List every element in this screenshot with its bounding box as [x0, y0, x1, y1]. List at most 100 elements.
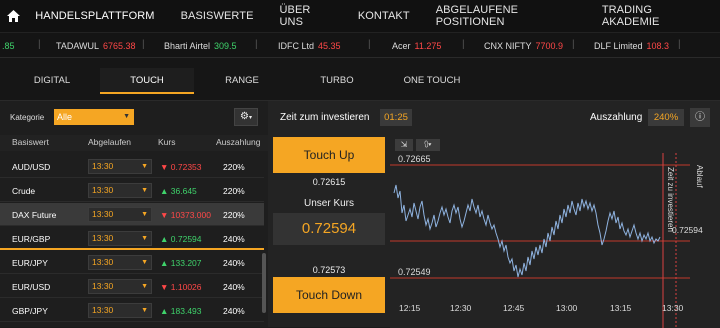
arrow-up-icon: ▲: [160, 258, 171, 268]
ticker-separator: |: [462, 39, 465, 50]
asset-list-panel: Kategorie Alle ▼ ⚙▾ Basiswert Abgelaufen…: [0, 100, 268, 327]
invest-deadline-label: Zeit zu investieren: [666, 167, 675, 232]
x-tick-label: 13:15: [610, 303, 632, 313]
asset-price: ▼ 1.10026: [160, 282, 202, 292]
lower-barrier-price: 0.72573: [312, 265, 346, 275]
arrow-up-icon: ▲: [160, 306, 171, 316]
header-abgelaufen[interactable]: Abgelaufen: [88, 137, 131, 147]
expiry-label: Ablauf: [695, 165, 704, 188]
ticker-separator: |: [255, 39, 258, 50]
category-value: Alle: [57, 112, 73, 122]
top-navigation: HANDELSPLATTFORM BASISWERTE ÜBER UNS KON…: [0, 0, 720, 32]
ticker-item: .85: [2, 41, 15, 51]
nav-ueber-uns[interactable]: ÜBER UNS: [280, 4, 332, 28]
nav-handelsplattform[interactable]: HANDELSPLATTFORM: [35, 10, 154, 22]
our-price-label: Unser Kurs: [303, 198, 354, 209]
touch-down-button[interactable]: Touch Down: [273, 277, 385, 313]
tab-range[interactable]: RANGE: [195, 68, 289, 94]
settings-button[interactable]: ⚙▾: [234, 108, 258, 126]
asset-name: EUR/GBP: [12, 234, 51, 244]
category-label: Kategorie: [10, 113, 45, 122]
expiry-select[interactable]: 13:30 ▼: [88, 255, 152, 270]
expiry-value: 13:30: [92, 281, 114, 291]
arrow-down-icon: ▼: [160, 162, 171, 172]
chart-type-button[interactable]: ⩇▾: [416, 139, 440, 151]
asset-price: ▲ 183.493: [160, 306, 202, 316]
table-row[interactable]: Crude 13:30 ▼ ▲ 36.645 220%: [0, 179, 264, 202]
ticker-item: IDFC Ltd 45.35: [278, 41, 341, 51]
x-tick-label: 12:15: [399, 303, 421, 313]
table-row[interactable]: AUD/USD 13:30 ▼ ▼ 0.72353 220%: [0, 155, 264, 178]
ticker-item: Acer 11.275: [392, 41, 442, 51]
ticker-separator: |: [368, 39, 371, 50]
table-row[interactable]: GBP/JPY 13:30 ▼ ▲ 183.493 240%: [0, 299, 264, 322]
table-row[interactable]: EUR/JPY 13:30 ▼ ▲ 133.207 240%: [0, 251, 264, 274]
nav-trading-akademie[interactable]: TRADING AKADEMIE: [602, 4, 702, 28]
table-row[interactable]: DAX Future 13:30 ▼ ▼ 10373.000 220%: [0, 203, 264, 226]
ticker-item: TADAWUL 6765.38: [56, 41, 136, 51]
ticker-separator: |: [572, 39, 575, 50]
chevron-down-icon: ▼: [141, 259, 148, 266]
header-auszahlung[interactable]: Auszahlung: [216, 137, 260, 147]
asset-payout: 240%: [223, 306, 245, 316]
expiry-value: 13:30: [92, 185, 114, 195]
expiry-value: 13:30: [92, 305, 114, 315]
x-tick-label: 12:30: [450, 303, 472, 313]
expiry-value: 13:30: [92, 209, 114, 219]
asset-price: ▲ 36.645: [160, 186, 197, 196]
arrow-up-icon: ▲: [160, 186, 171, 196]
time-to-invest-label: Zeit zum investieren: [280, 112, 370, 123]
tab-one-touch[interactable]: ONE TOUCH: [385, 68, 479, 94]
expiry-select[interactable]: 13:30 ▼: [88, 279, 152, 294]
asset-price: ▲ 0.72594: [160, 234, 202, 244]
time-to-invest-value: 01:25: [380, 109, 412, 126]
header-basiswert[interactable]: Basiswert: [12, 137, 49, 147]
chart-expand-button[interactable]: ⇲: [395, 139, 413, 151]
nav-basiswerte[interactable]: BASISWERTE: [181, 10, 254, 22]
chart-icon: ⩇▾: [424, 140, 432, 149]
asset-price: ▼ 0.72353: [160, 162, 202, 172]
asset-name: DAX Future: [12, 210, 57, 220]
asset-name: AUD/USD: [12, 162, 51, 172]
info-icon: ⓘ: [695, 112, 705, 123]
ticker-separator: |: [142, 39, 145, 50]
arrow-down-icon: ▼: [160, 210, 171, 220]
lower-barrier-label: 0.72549: [398, 267, 431, 277]
table-header: Basiswert Abgelaufen Kurs Auszahlung: [0, 135, 268, 151]
home-icon[interactable]: [0, 0, 27, 32]
expiry-value: 13:30: [92, 233, 114, 243]
asset-name: EUR/USD: [12, 282, 51, 292]
table-row[interactable]: EUR/USD 13:30 ▼ ▼ 1.10026 240%: [0, 275, 264, 298]
nav-abgelaufene-positionen[interactable]: ABGELAUFENE POSITIONEN: [436, 4, 576, 28]
asset-payout: 240%: [223, 258, 245, 268]
table-row[interactable]: EUR/GBP 13:30 ▼ ▲ 0.72594 240%: [0, 227, 264, 250]
expiry-select[interactable]: 13:30 ▼: [88, 183, 152, 198]
asset-name: EUR/JPY: [12, 258, 48, 268]
scrollbar[interactable]: [262, 253, 266, 313]
expiry-select[interactable]: 13:30 ▼: [88, 231, 152, 246]
tab-turbo[interactable]: TURBO: [290, 68, 384, 94]
expiry-select[interactable]: 13:30 ▼: [88, 207, 152, 222]
expiry-value: 13:30: [92, 161, 114, 171]
chevron-down-icon: ▼: [141, 283, 148, 290]
tab-digital[interactable]: DIGITAL: [5, 68, 99, 94]
asset-payout: 220%: [223, 162, 245, 172]
trade-panel: Zeit zum investieren 01:25 Auszahlung 24…: [268, 100, 720, 328]
arrow-up-icon: ▲: [160, 234, 171, 244]
expiry-select[interactable]: 13:30 ▼: [88, 159, 152, 174]
chevron-down-icon: ▼: [141, 187, 148, 194]
payout-value: 240%: [648, 109, 684, 126]
nav-kontakt[interactable]: KONTAKT: [358, 10, 410, 22]
chevron-down-icon: ▾: [248, 115, 252, 121]
touch-up-button[interactable]: Touch Up: [273, 137, 385, 173]
ticker-item: DLF Limited 108.3: [594, 41, 670, 51]
asset-payout: 220%: [223, 186, 245, 196]
header-kurs[interactable]: Kurs: [158, 137, 175, 147]
our-price-value: 0.72594: [273, 213, 385, 245]
x-tick-label: 13:00: [556, 303, 578, 313]
expiry-select[interactable]: 13:30 ▼: [88, 303, 152, 318]
info-button[interactable]: ⓘ: [690, 108, 710, 127]
chevron-down-icon: ▼: [141, 211, 148, 218]
tab-touch[interactable]: TOUCH: [100, 68, 194, 94]
category-select[interactable]: Alle ▼: [54, 109, 134, 125]
